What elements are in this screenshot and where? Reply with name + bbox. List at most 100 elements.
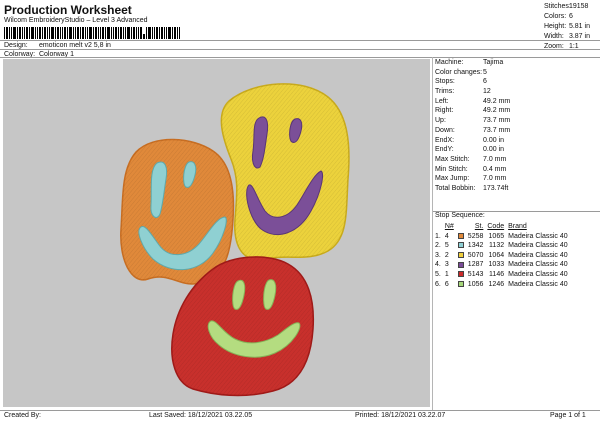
summary-row: Height: 5.81 in — [544, 22, 590, 32]
design-label: Design: — [4, 42, 28, 49]
thread-swatch-cell — [456, 251, 466, 261]
software-name: Wilcom EmbroideryStudio – Level 3 Advanc… — [4, 17, 148, 24]
stat-label: Min Stitch: — [435, 165, 468, 173]
thread-swatch-cell — [456, 241, 466, 251]
column-header — [433, 222, 443, 232]
summary-label: Width: — [544, 33, 564, 40]
divider — [0, 410, 600, 411]
thread-code: 1146 — [489, 270, 505, 278]
stitch-count: 1287 — [467, 261, 484, 269]
thread-color-swatch — [457, 261, 464, 268]
column-header: St. — [474, 223, 484, 230]
summary-row: Width: 3.87 in — [544, 32, 590, 42]
stat-label: Color changes: — [435, 68, 483, 76]
thread-code: 1065 — [488, 232, 505, 240]
stat-row: Min Stitch: 0.4 mm — [435, 165, 510, 175]
stat-row: Up: 73.7 mm — [435, 116, 510, 126]
stat-row: Stops: 6 — [435, 77, 510, 87]
stat-label: Stops: — [435, 78, 455, 86]
thread-swatch-cell — [456, 280, 466, 290]
thread-code: 1246 — [488, 280, 505, 288]
summary-row: Zoom: 1:1 — [544, 42, 590, 52]
stat-value: 73.7 mm — [483, 117, 511, 125]
stat-label: Left: — [435, 97, 449, 105]
stat-row: Max Stitch: 7.0 mm — [435, 155, 510, 165]
thread-brand: Madeira Classic 40 — [508, 242, 568, 250]
stitch-count: 5070 — [467, 251, 484, 259]
stitch-count: 5143 — [467, 270, 484, 278]
stat-row: Max Jump: 7.0 mm — [435, 174, 510, 184]
summary-label: Colors: — [544, 13, 567, 20]
stop-index: 3. — [435, 251, 441, 259]
stat-row: EndY: 0.00 in — [435, 145, 510, 155]
printed-date: Printed: 18/12/2021 03.22.07 — [355, 412, 446, 419]
stat-label: Right: — [435, 107, 454, 115]
table-row: 4. 3 1287 1033 Madeira Classic 40 — [433, 260, 570, 270]
stop-sequence-table: N# St. Code Brand 1. 4 5258 1065 Madeira… — [433, 222, 570, 289]
stat-label: Up: — [435, 117, 446, 125]
stop-index: 5. — [435, 270, 441, 278]
stat-row: Trims: 12 — [435, 87, 510, 97]
thread-brand: Madeira Classic 40 — [508, 232, 568, 240]
machine-stats: Machine: Tajima Color changes:5 Stops: 6 T… — [435, 58, 510, 194]
stat-label: Total Bobbin: — [435, 184, 476, 192]
thread-brand: Madeira Classic 40 — [508, 270, 568, 278]
stop-index: 4. — [435, 261, 441, 269]
stitch-count: 1342 — [467, 242, 484, 250]
stat-value: 0.00 in — [483, 146, 505, 154]
orange-smiley-patch — [120, 138, 235, 285]
needle-number: 1 — [444, 270, 449, 278]
stat-label: Max Stitch: — [435, 155, 470, 163]
stat-label: Down: — [435, 126, 455, 134]
column-header: Code — [487, 223, 505, 230]
yellow-smiley-patch — [220, 83, 350, 261]
stat-label: Machine: — [435, 59, 464, 66]
needle-number: 3 — [444, 261, 449, 269]
stat-value: 49.2 mm — [483, 107, 511, 115]
thread-swatch-cell — [456, 260, 466, 270]
thread-color-swatch — [457, 251, 464, 258]
stat-value: 7.0 mm — [483, 175, 507, 183]
divider — [0, 49, 600, 50]
stat-row: Down: 73.7 mm — [435, 126, 510, 136]
needle-number: 4 — [444, 232, 449, 240]
stop-index: 1. — [435, 232, 441, 240]
stat-row: Machine: Tajima — [435, 58, 510, 68]
thread-swatch-cell — [456, 270, 466, 280]
page-number: Page 1 of 1 — [550, 412, 586, 419]
table-row: 3. 2 5070 1064 Madeira Classic 40 — [433, 251, 570, 261]
summary-row: Colors: 6 — [544, 12, 590, 22]
stat-label: EndX: — [435, 136, 455, 144]
needle-number: 6 — [444, 280, 449, 288]
thread-color-swatch — [457, 271, 464, 278]
barcode — [4, 27, 180, 39]
stat-row: Right: 49.2 mm — [435, 106, 510, 116]
design-row: Design: emoticon melt v2 5,8 in — [4, 42, 111, 49]
created-by: Created By: — [4, 412, 41, 419]
stat-value: 5 — [483, 68, 487, 76]
summary-label: Zoom: — [544, 43, 564, 50]
summary-value: 6 — [568, 13, 573, 20]
stitch-count: 5258 — [467, 232, 484, 240]
thread-brand: Madeira Classic 40 — [508, 261, 568, 269]
table-header-row: N# St. Code Brand — [433, 222, 570, 232]
thread-code: 1033 — [488, 261, 505, 269]
last-saved: Last Saved: 18/12/2021 03.22.05 — [149, 412, 253, 419]
stat-value: 6 — [483, 78, 487, 86]
divider — [0, 40, 600, 41]
stat-label: Trims: — [435, 88, 455, 96]
stitch-count: 1056 — [467, 280, 484, 288]
thread-code: 1132 — [489, 242, 505, 250]
summary-value: 19158 — [568, 3, 589, 10]
thread-color-swatch — [457, 280, 464, 287]
stop-index: 6. — [435, 280, 441, 288]
stat-value: 12 — [483, 88, 491, 96]
table-row: 1. 4 5258 1065 Madeira Classic 40 — [433, 232, 570, 242]
stat-value: 173.74ft — [483, 184, 509, 192]
design-summary: Stitches: 19158 Colors: 6 Height: 5.81 i… — [544, 2, 590, 52]
stat-value: 73.7 mm — [483, 126, 511, 134]
summary-value: 3.87 in — [568, 33, 590, 40]
summary-label: Height: — [544, 23, 567, 30]
column-header: Brand — [508, 223, 527, 230]
thread-code: 1064 — [488, 251, 505, 259]
